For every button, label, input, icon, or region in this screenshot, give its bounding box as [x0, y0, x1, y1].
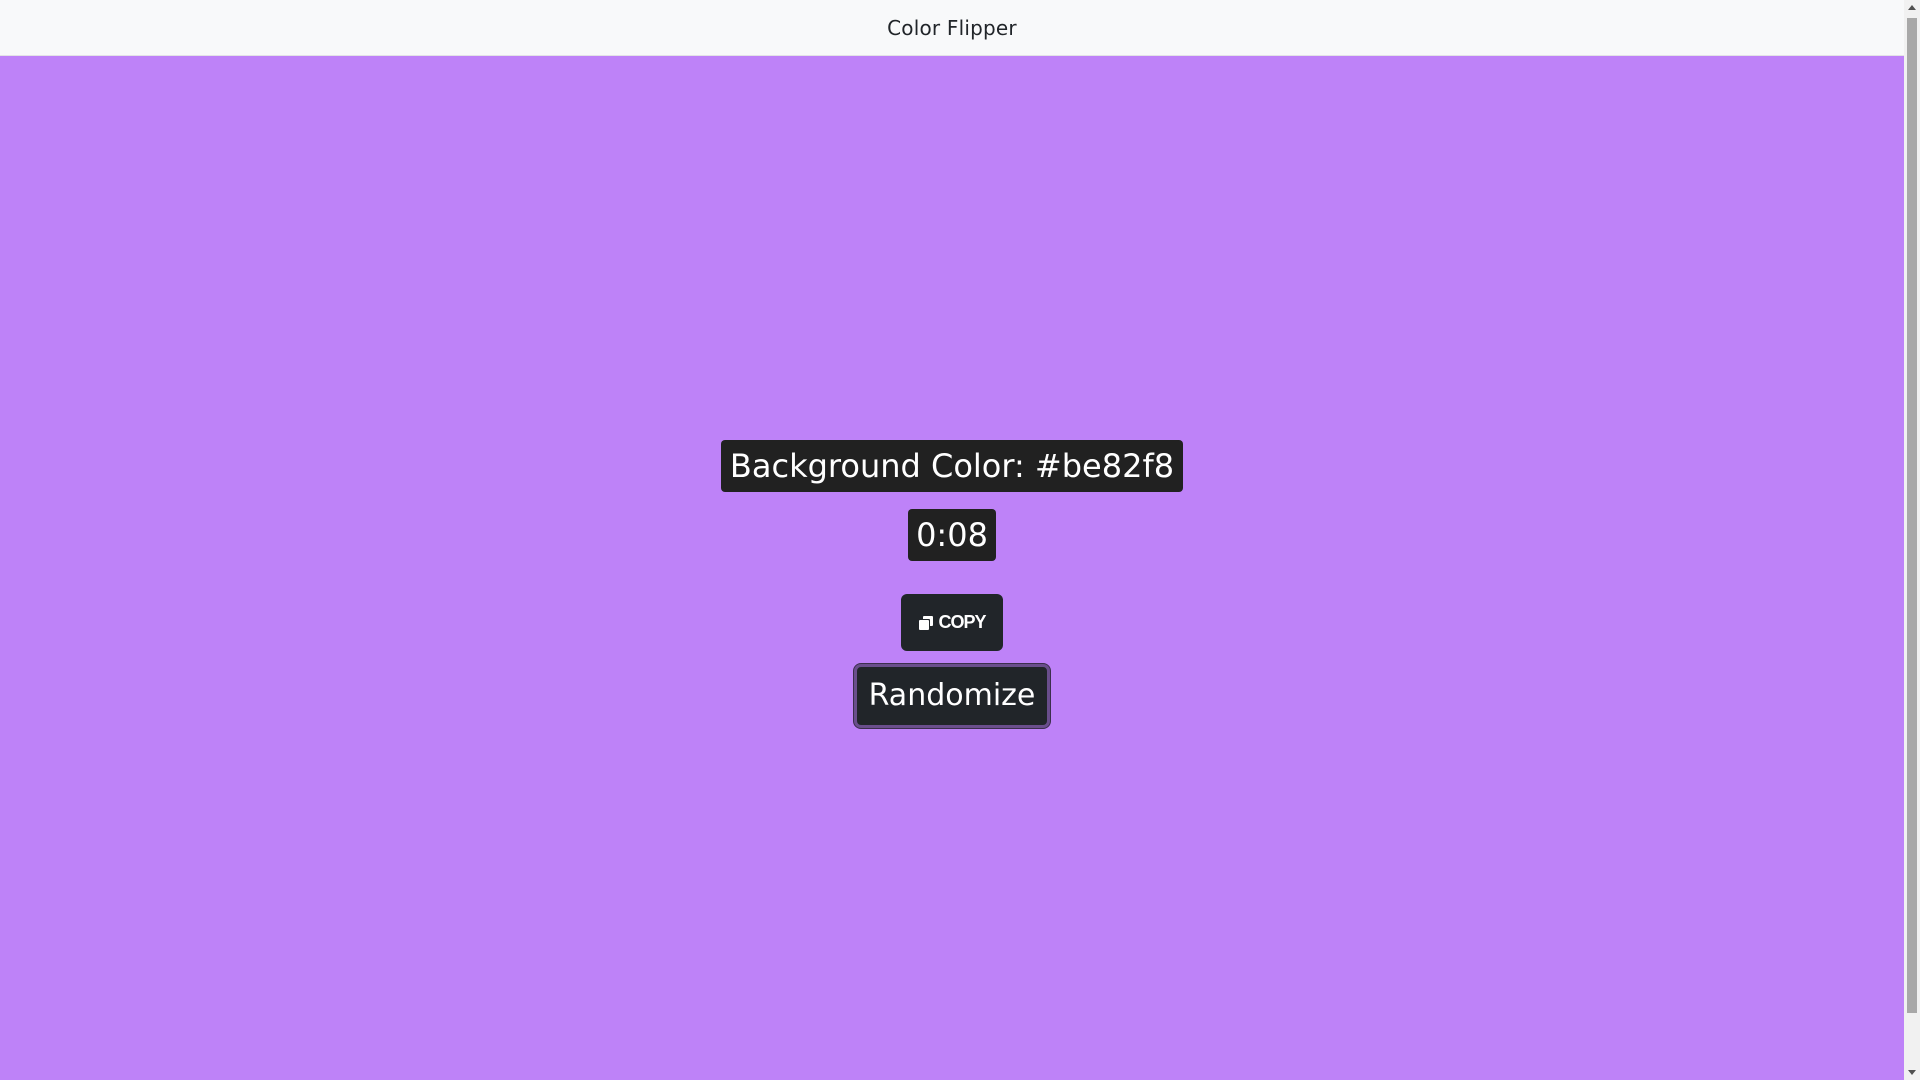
navbar: Color Flipper — [0, 0, 1904, 56]
page: Color Flipper Background Color: #be82f8 … — [0, 0, 1920, 1080]
vertical-scrollbar[interactable] — [1904, 0, 1920, 1080]
scrollbar-thumb[interactable] — [1907, 18, 1917, 1013]
copy-button-label: COPY — [938, 612, 986, 632]
background-color-label: Background Color: #be82f8 — [720, 440, 1184, 492]
scroll-down-arrow-icon[interactable] — [1908, 1070, 1916, 1075]
scroll-up-arrow-icon[interactable] — [1908, 5, 1916, 10]
copy-icon — [918, 615, 934, 631]
timer-display: 0:08 — [908, 509, 996, 561]
main-content: Background Color: #be82f8 0:08 COPY Rand… — [0, 56, 1904, 1080]
randomize-button[interactable]: Randomize — [853, 664, 1051, 728]
copy-button[interactable]: COPY — [901, 594, 1003, 651]
app-title[interactable]: Color Flipper — [887, 16, 1017, 40]
